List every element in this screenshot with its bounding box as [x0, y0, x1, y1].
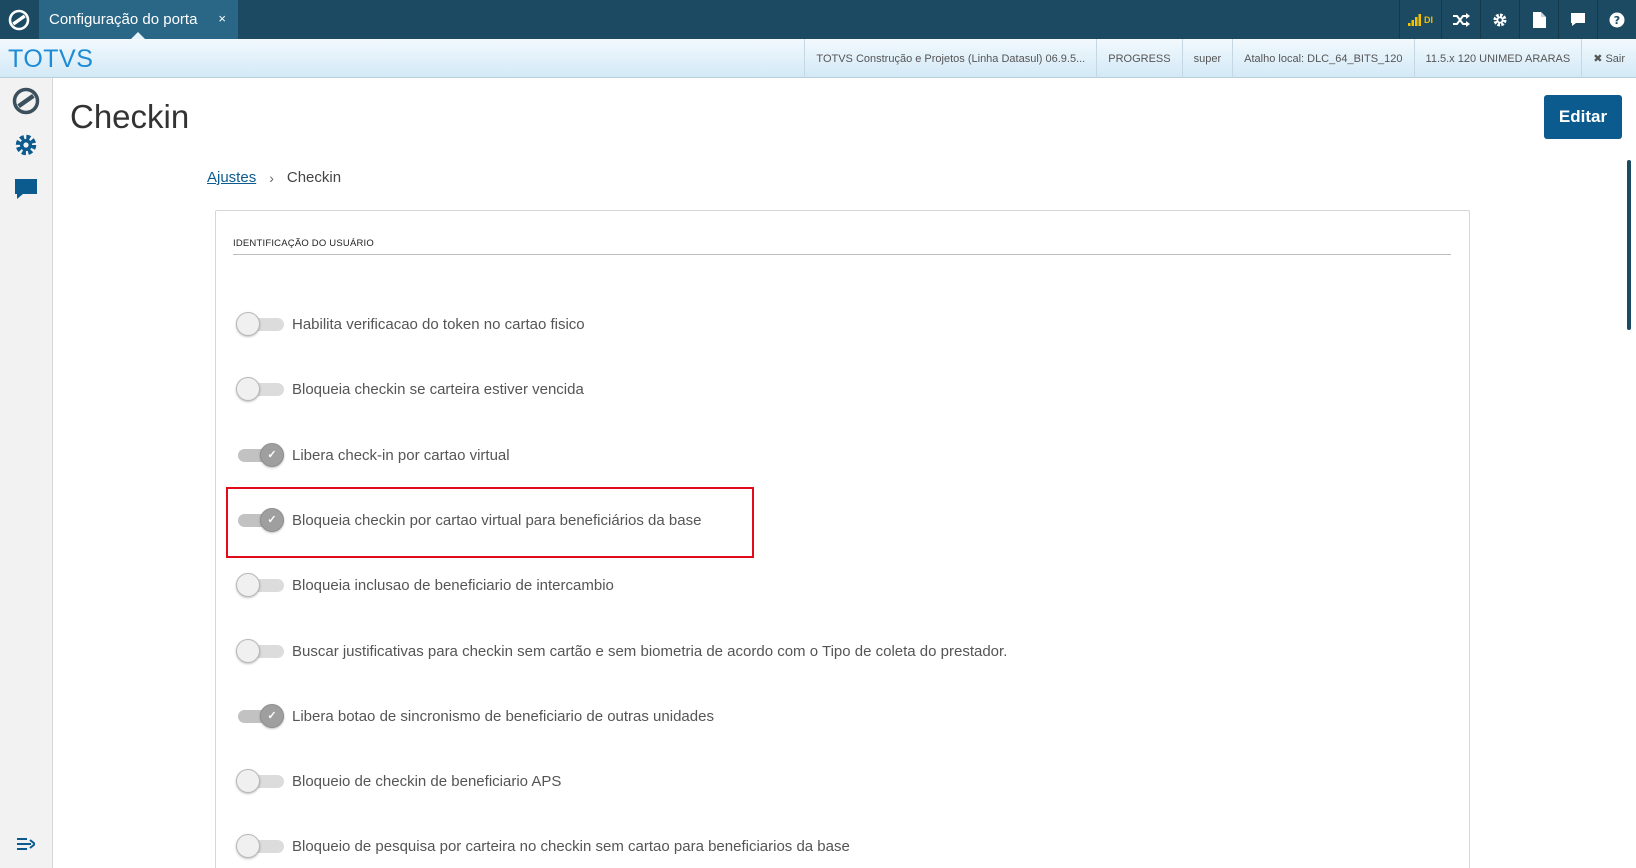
exit-button[interactable]: ✖ Sair — [1581, 39, 1636, 78]
toggle-label: Bloqueia checkin por cartao virtual para… — [292, 511, 702, 529]
toggle-knob — [236, 769, 260, 793]
svg-text:?: ? — [1614, 14, 1620, 27]
toggle-row: ✓ Libera botao de sincronismo de benefici… — [236, 703, 714, 729]
status-user: super — [1181, 39, 1233, 78]
gear-icon[interactable] — [12, 131, 40, 159]
check-icon: ✓ — [267, 513, 277, 526]
toggle-label: Bloqueio de checkin de beneficiario APS — [292, 772, 562, 790]
toggle-knob — [236, 377, 260, 401]
totvs-logo-icon[interactable] — [12, 87, 40, 115]
toggle-knob — [236, 639, 260, 663]
toggle-row: Buscar justificativas para checkin sem c… — [236, 638, 1007, 664]
exit-label: Sair — [1605, 52, 1625, 65]
toggle-row: Habilita verificacao do token no cartao … — [236, 311, 585, 337]
section-title: IDENTIFICAÇÃO DO USUÁRIO — [233, 238, 374, 249]
breadcrumb: Ajustes › Checkin — [207, 169, 341, 186]
toggle-switch[interactable] — [236, 376, 284, 402]
tab-label: Configuração do porta — [49, 11, 198, 28]
toggle-label: Bloqueia inclusao de beneficiario de int… — [292, 576, 614, 594]
chevron-right-icon: › — [269, 169, 274, 186]
section-divider — [233, 254, 1451, 255]
signal-label: DI — [1424, 14, 1433, 25]
toggle-row: ✓ Bloqueia checkin por cartao virtual par… — [236, 507, 701, 533]
toggle-switch[interactable]: ✓ — [236, 703, 284, 729]
toggle-row: Bloqueia checkin se carteira estiver ven… — [236, 376, 584, 402]
check-icon: ✓ — [267, 448, 277, 461]
left-sidebar — [0, 78, 53, 868]
totvs-logo-icon[interactable] — [0, 0, 37, 39]
breadcrumb-link-ajustes[interactable]: Ajustes — [207, 169, 256, 186]
status-header: TOTVS TOTVS Construção e Projetos (Linha… — [0, 39, 1636, 78]
help-icon[interactable]: ? — [1597, 0, 1636, 39]
breadcrumb-current: Checkin — [286, 169, 342, 186]
toggle-label: Habilita verificacao do token no cartao … — [292, 315, 585, 333]
tab-configuracao[interactable]: Configuração do porta × — [39, 0, 238, 39]
toggle-switch[interactable] — [236, 833, 284, 859]
toggle-switch[interactable]: ✓ — [236, 442, 284, 468]
toggle-knob: ✓ — [260, 443, 284, 467]
status-database: PROGRESS — [1096, 39, 1181, 78]
shuffle-icon[interactable] — [1441, 0, 1480, 39]
toggle-knob — [236, 312, 260, 336]
toggle-label: Libera check-in por cartao virtual — [292, 446, 510, 464]
page-scrollbar[interactable] — [1627, 160, 1631, 330]
status-product: TOTVS Construção e Projetos (Linha Datas… — [804, 39, 1096, 78]
toggle-row: Bloqueio de checkin de beneficiario APS — [236, 768, 561, 794]
top-bar: Configuração do porta × DI ? — [0, 0, 1636, 39]
toggle-switch[interactable] — [236, 311, 284, 337]
chat-icon[interactable] — [12, 175, 40, 203]
page-title: Checkin — [70, 98, 190, 135]
toggle-row: Bloqueia inclusao de beneficiario de int… — [236, 572, 614, 598]
toggle-knob: ✓ — [260, 508, 284, 532]
toggle-knob — [236, 573, 260, 597]
toggle-label: Bloqueio de pesquisa por carteira no che… — [292, 837, 850, 855]
tab-active-indicator — [131, 32, 145, 39]
toggle-label: Bloqueia checkin se carteira estiver ven… — [292, 380, 584, 398]
chat-icon[interactable] — [1558, 0, 1597, 39]
toggle-label: Libera botao de sincronismo de beneficia… — [292, 707, 714, 725]
document-icon[interactable] — [1519, 0, 1558, 39]
check-icon: ✓ — [267, 709, 277, 722]
close-icon: ✖ — [1593, 53, 1603, 65]
toggle-label: Buscar justificativas para checkin sem c… — [292, 642, 1008, 660]
toggle-switch[interactable] — [236, 638, 284, 664]
gear-icon[interactable] — [1480, 0, 1519, 39]
signal-icon[interactable]: DI — [1399, 0, 1441, 39]
toggle-switch[interactable]: ✓ — [236, 507, 284, 533]
brand-logo: TOTVS — [8, 45, 94, 73]
tab-close-button[interactable]: × — [218, 11, 226, 26]
edit-button[interactable]: Editar — [1544, 95, 1622, 139]
toggle-knob — [236, 834, 260, 858]
status-version: 11.5.x 120 UNIMED ARARAS — [1413, 39, 1582, 78]
expand-menu-icon[interactable] — [12, 830, 40, 858]
toggle-row: ✓ Libera check-in por cartao virtual — [236, 442, 510, 468]
toggle-knob: ✓ — [260, 704, 284, 728]
status-shortcut: Atalho local: DLC_64_BITS_120 — [1232, 39, 1413, 78]
toggle-switch[interactable] — [236, 768, 284, 794]
toggle-switch[interactable] — [236, 572, 284, 598]
toggle-row: Bloqueio de pesquisa por carteira no che… — [236, 833, 850, 859]
